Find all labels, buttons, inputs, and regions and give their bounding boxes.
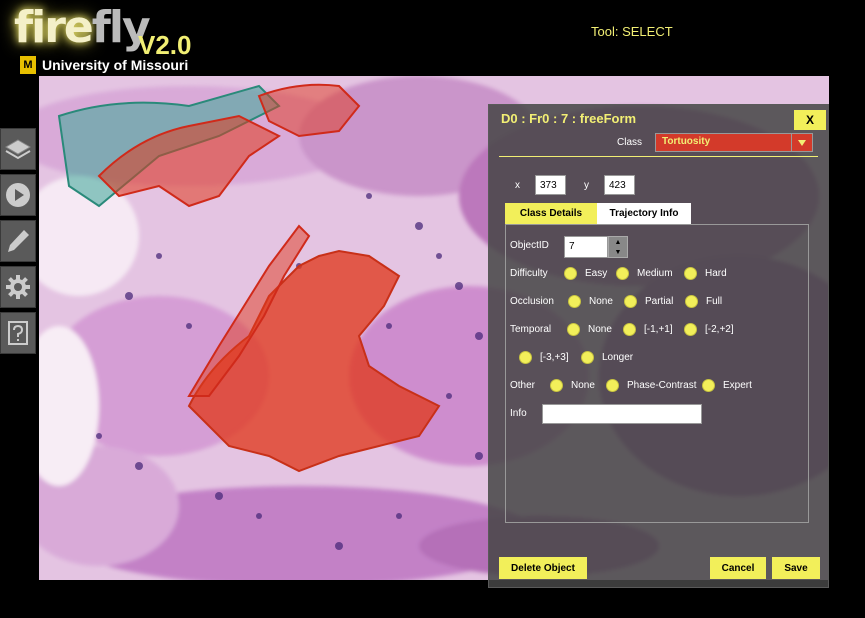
class-select[interactable]: Tortuosity (655, 133, 813, 152)
occlusion-full-label: Full (706, 296, 723, 307)
difficulty-hard-radio[interactable] (684, 267, 697, 280)
difficulty-medium-label: Medium (637, 268, 673, 279)
help-icon (8, 321, 28, 345)
delete-object-button[interactable]: Delete Object (499, 557, 587, 579)
university-name: University of Missouri (42, 57, 189, 73)
difficulty-easy-label: Easy (585, 268, 608, 279)
object-id-stepper[interactable]: ▲ ▼ (608, 236, 628, 258)
tool-status: Tool: SELECT (591, 24, 673, 39)
panel-divider (499, 156, 818, 157)
tab-class-details[interactable]: Class Details (505, 203, 597, 224)
settings-button[interactable] (0, 266, 36, 308)
temporal-1-label: [-1,+1] (644, 324, 673, 335)
temporal-label: Temporal (510, 324, 552, 335)
x-field[interactable]: 373 (535, 175, 566, 195)
object-id-field[interactable]: 7 (564, 236, 608, 258)
info-field[interactable] (542, 404, 702, 424)
play-button[interactable] (0, 174, 36, 216)
other-phase-contrast-label: Phase-Contrast (627, 380, 697, 391)
save-button[interactable]: Save (772, 557, 820, 579)
logo-wordmark: firefly (14, 2, 151, 53)
pencil-icon (8, 230, 29, 252)
occlusion-partial-label: Partial (645, 296, 674, 307)
other-label: Other (510, 380, 536, 391)
x-label: x (515, 180, 520, 191)
temporal-longer-label: Longer (602, 352, 634, 363)
sidebar (0, 128, 36, 358)
help-button[interactable] (0, 312, 36, 354)
info-label: Info (510, 408, 527, 419)
class-label: Class (617, 137, 643, 148)
temporal-none-radio[interactable] (567, 323, 580, 336)
temporal-1-radio[interactable] (623, 323, 636, 336)
other-phase-contrast-radio[interactable] (606, 379, 619, 392)
pencil-button[interactable] (0, 220, 36, 262)
other-expert-radio[interactable] (702, 379, 715, 392)
close-button[interactable]: X (794, 110, 826, 130)
difficulty-easy-radio[interactable] (564, 267, 577, 280)
difficulty-label: Difficulty (510, 268, 548, 279)
temporal-none-label: None (588, 324, 612, 335)
temporal-longer-radio[interactable] (581, 351, 594, 364)
occlusion-label: Occlusion (510, 296, 554, 307)
y-field[interactable]: 423 (604, 175, 635, 195)
mu-logo-icon: M (20, 56, 36, 74)
occlusion-full-radio[interactable] (685, 295, 698, 308)
gear-icon (6, 275, 30, 299)
other-expert-label: Expert (723, 380, 752, 391)
temporal-2-label: [-2,+2] (705, 324, 734, 335)
university-branding: M University of Missouri (20, 56, 188, 74)
difficulty-hard-label: Hard (705, 268, 727, 279)
layers-button[interactable] (0, 128, 36, 170)
stepper-down-icon[interactable]: ▼ (609, 247, 627, 257)
occlusion-none-radio[interactable] (568, 295, 581, 308)
stepper-up-icon[interactable]: ▲ (609, 237, 627, 247)
chevron-down-icon (791, 134, 812, 151)
difficulty-medium-radio[interactable] (616, 267, 629, 280)
other-none-label: None (571, 380, 595, 391)
temporal-3-radio[interactable] (519, 351, 532, 364)
occlusion-none-label: None (589, 296, 613, 307)
class-select-value: Tortuosity (662, 136, 711, 147)
panel-title: D0 : Fr0 : 7 : freeForm (501, 111, 637, 126)
y-label: y (584, 180, 589, 191)
play-icon (6, 183, 30, 207)
object-properties-panel: D0 : Fr0 : 7 : freeForm X Class Tortuosi… (488, 104, 829, 588)
occlusion-partial-radio[interactable] (624, 295, 637, 308)
cancel-button[interactable]: Cancel (710, 557, 766, 579)
temporal-2-radio[interactable] (684, 323, 697, 336)
other-none-radio[interactable] (550, 379, 563, 392)
temporal-3-label: [-3,+3] (540, 352, 569, 363)
layers-icon (5, 139, 31, 160)
tab-trajectory-info[interactable]: Trajectory Info (597, 203, 691, 224)
object-id-label: ObjectID (510, 240, 549, 251)
